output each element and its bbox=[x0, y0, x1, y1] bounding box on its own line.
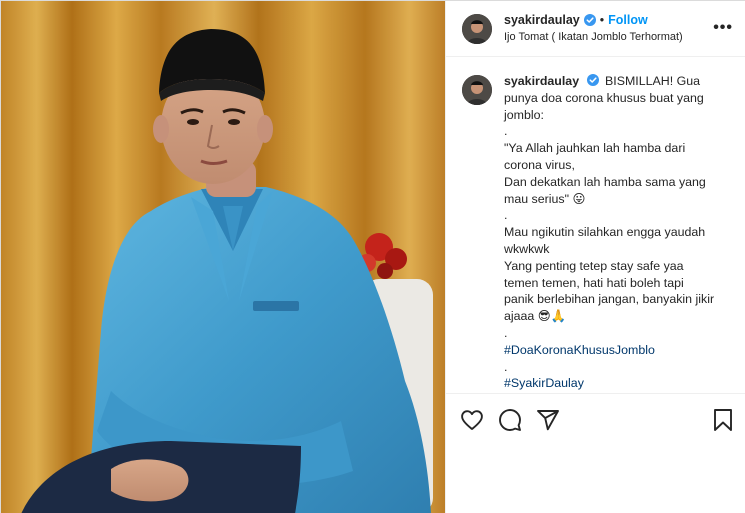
caption-text-line: . bbox=[504, 124, 508, 139]
save-button[interactable] bbox=[711, 408, 735, 432]
caption-text-line: "Ya Allah jauhkan lah hamba dari bbox=[504, 141, 686, 156]
caption-text-line: corona virus, bbox=[504, 157, 575, 172]
author-username[interactable]: syakirdaulay bbox=[504, 13, 580, 28]
post-side-panel: syakirdaulay • Follow Ijo Tomat ( Ikatan… bbox=[445, 1, 745, 513]
caption-text-line: Yang penting tetep stay safe yaa bbox=[504, 258, 684, 273]
comment-icon bbox=[499, 409, 521, 431]
caption-verified-badge-icon bbox=[586, 74, 599, 86]
hashtag-link[interactable]: #SyakirDaulay bbox=[504, 375, 729, 392]
caption-text-line: punya doa corona khusus buat yang bbox=[504, 90, 704, 105]
caption-text-line: jomblo: bbox=[504, 107, 544, 122]
share-button[interactable] bbox=[536, 408, 560, 432]
caption-body: syakirdaulay BISMILLAH! Gua punya doa co… bbox=[504, 73, 729, 392]
caption-text-line: Dan dekatkan lah hamba sama yang bbox=[504, 174, 706, 189]
caption-text-line: . bbox=[504, 359, 508, 374]
photo-illustration bbox=[1, 1, 445, 513]
caption-text-line: wkwkwk bbox=[504, 241, 550, 256]
post-location[interactable]: Ijo Tomat ( Ikatan Jomblo Terhormat) bbox=[504, 30, 683, 45]
instagram-post: syakirdaulay • Follow Ijo Tomat ( Ikatan… bbox=[0, 0, 745, 513]
post-photo[interactable] bbox=[1, 1, 445, 513]
bookmark-icon bbox=[714, 409, 732, 431]
post-header: syakirdaulay • Follow Ijo Tomat ( Ikatan… bbox=[446, 1, 745, 57]
comment-button[interactable] bbox=[498, 408, 522, 432]
caption-text-line: . bbox=[504, 208, 508, 223]
header-text: syakirdaulay • Follow Ijo Tomat ( Ikatan… bbox=[504, 13, 683, 45]
more-options-icon[interactable]: ••• bbox=[713, 19, 733, 37]
caption-text-line: Mau ngikutin silahkan engga yaudah bbox=[504, 225, 706, 240]
header-separator: • bbox=[599, 12, 605, 27]
caption-first-line: syakirdaulay BISMILLAH! Gua bbox=[504, 73, 729, 90]
caption-text-line: . bbox=[504, 325, 508, 340]
caption-text-line: ajaaa 😎🙏 bbox=[504, 309, 567, 324]
caption-avatar[interactable] bbox=[462, 75, 492, 105]
heart-icon bbox=[461, 410, 483, 430]
caption-text-line: temen temen, hati hati boleh tapi bbox=[504, 275, 684, 290]
verified-badge-icon bbox=[583, 14, 596, 26]
caption-text-line: mau serius" 😛 bbox=[504, 191, 586, 206]
post-caption: syakirdaulay BISMILLAH! Gua punya doa co… bbox=[462, 73, 732, 392]
paper-plane-icon bbox=[537, 410, 559, 431]
follow-button[interactable]: Follow bbox=[608, 13, 648, 28]
author-avatar[interactable] bbox=[462, 13, 492, 44]
caption-text-line: panik berlebihan jangan, banyakin jikir bbox=[504, 292, 715, 307]
caption-avatar-picture bbox=[462, 75, 492, 105]
avatar-picture bbox=[462, 13, 492, 44]
post-action-bar bbox=[446, 393, 745, 449]
caption-username[interactable]: syakirdaulay bbox=[504, 74, 579, 88]
like-button[interactable] bbox=[460, 408, 484, 432]
header-user-row: syakirdaulay • Follow bbox=[504, 13, 683, 28]
caption-text-line: BISMILLAH! Gua bbox=[605, 74, 701, 88]
hashtag-link[interactable]: #DoaKoronaKhususJomblo bbox=[504, 342, 729, 359]
